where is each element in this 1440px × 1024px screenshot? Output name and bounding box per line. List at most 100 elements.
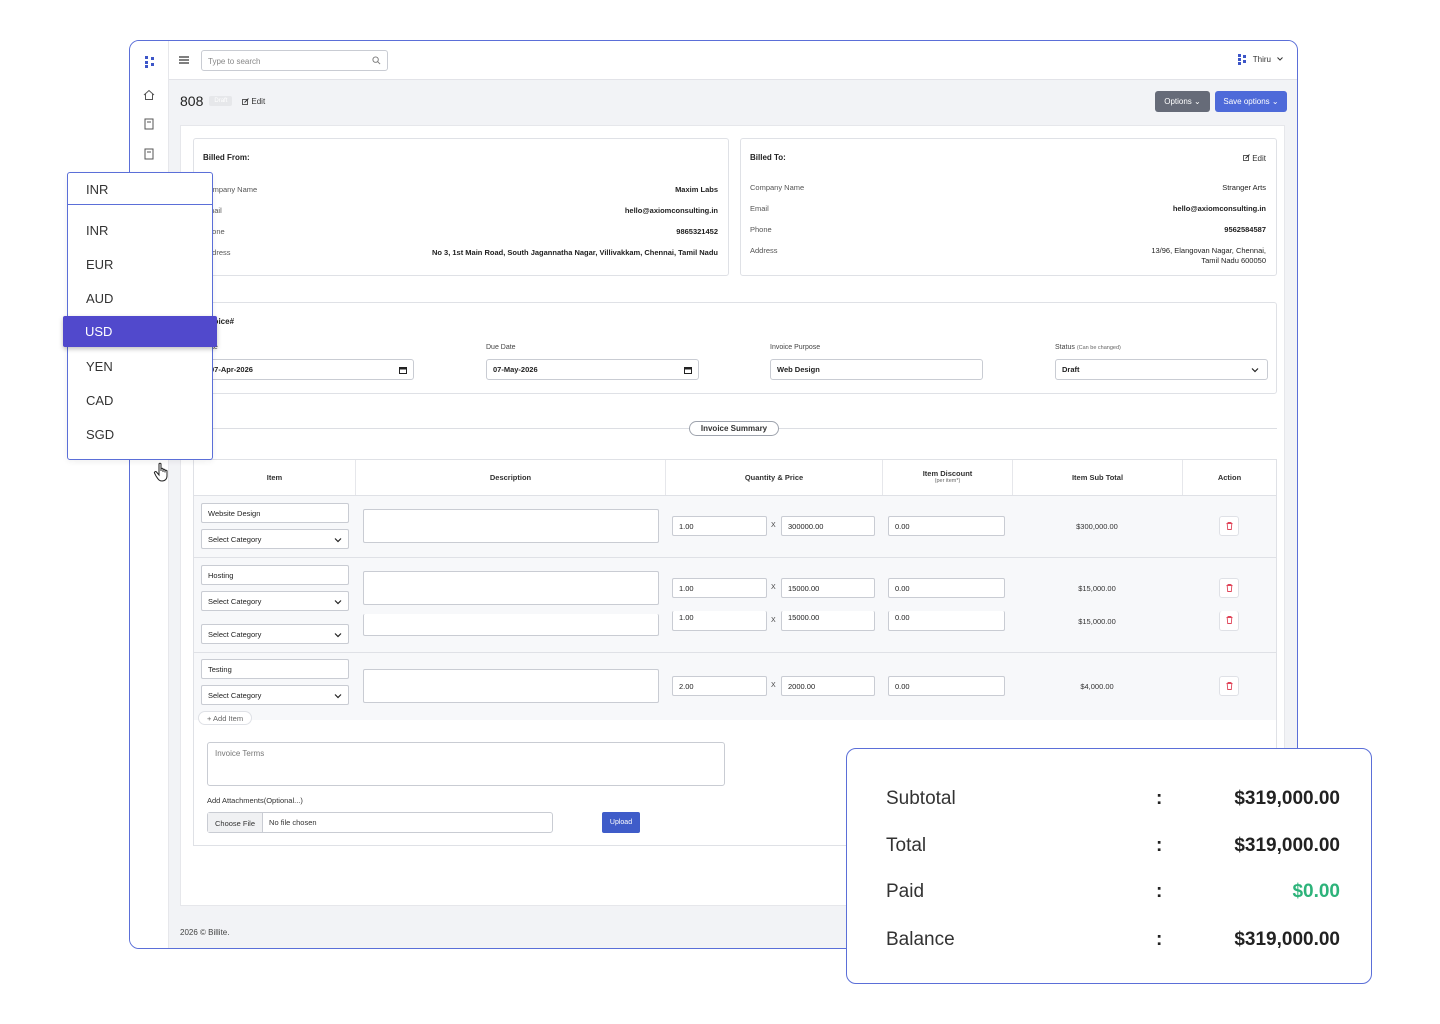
invoice-number: 808: [180, 93, 204, 109]
attachments-label: Add Attachments(Optional...): [207, 796, 303, 805]
item-subtotal: $4,000.00: [1080, 682, 1114, 691]
discount-input[interactable]: 0.00: [888, 516, 1005, 536]
home-icon[interactable]: [143, 89, 155, 101]
status-badge: Draft: [209, 96, 233, 106]
page-header: 808 Draft Edit: [180, 93, 265, 109]
header-action: Action: [1217, 473, 1242, 482]
description-textarea[interactable]: [363, 509, 659, 543]
header-item: Item: [194, 460, 356, 495]
document-icon[interactable]: [143, 148, 155, 160]
item-name-input[interactable]: Hosting: [201, 565, 349, 585]
delete-row-button[interactable]: [1219, 676, 1239, 696]
search-box: [201, 50, 388, 71]
header-item-discount: Item Discount (per item*): [883, 460, 1013, 495]
currency-option-yen[interactable]: YEN: [68, 351, 212, 382]
subtotal-row: Subtotal : $319,000.00: [886, 788, 1340, 809]
due-date-field[interactable]: 07-May-2026: [486, 359, 699, 380]
paid-label: Paid: [886, 881, 925, 902]
multiply-sign: X: [771, 682, 776, 689]
due-date-label: Due Date: [486, 344, 516, 351]
billed-from-row: Company Name Maxim Labs: [203, 185, 718, 194]
item-subtotal: $300,000.00: [1076, 522, 1118, 531]
menu-icon[interactable]: [179, 55, 189, 65]
calendar-icon[interactable]: [684, 366, 692, 374]
file-status: No file chosen: [269, 818, 317, 827]
discount-input[interactable]: 0.00: [888, 676, 1005, 696]
quantity-input[interactable]: 1.00: [672, 578, 767, 598]
paid-value: $0.00: [1292, 881, 1340, 902]
invoice-terms-textarea[interactable]: Invoice Terms: [207, 742, 725, 786]
calendar-icon[interactable]: [399, 366, 407, 374]
add-item-button[interactable]: + Add Item: [198, 711, 253, 725]
subtotal-label: Subtotal: [886, 788, 956, 809]
discount-input[interactable]: 0.00: [888, 611, 1005, 631]
chevron-down-icon: [1251, 368, 1259, 373]
category-select[interactable]: Select Category: [201, 591, 349, 611]
options-button[interactable]: Options ⌄: [1155, 91, 1210, 112]
currency-option-inr[interactable]: INR: [68, 215, 212, 246]
balance-row: Balance : $319,000.00: [886, 929, 1340, 950]
price-input[interactable]: 300000.00: [781, 516, 875, 536]
currency-option-eur[interactable]: EUR: [68, 249, 212, 280]
total-row: Total : $319,000.00: [886, 835, 1340, 856]
save-options-button[interactable]: Save options ⌄: [1215, 91, 1287, 112]
chevron-down-icon: [334, 633, 342, 638]
price-input[interactable]: 15000.00: [781, 611, 875, 631]
header-description: Description: [356, 460, 666, 495]
edit-billed-to-link[interactable]: Edit: [1243, 154, 1266, 163]
app-logo-icon[interactable]: [143, 55, 157, 69]
currency-dropdown[interactable]: INR INR EUR AUD USD YEN CAD SGD: [63, 172, 217, 460]
currency-option-sgd[interactable]: SGD: [68, 419, 212, 450]
delete-row-button[interactable]: [1219, 516, 1239, 536]
invoice-meta-box: Invoice# Date 07-Apr-2026 Due Date 07-Ma…: [193, 302, 1277, 394]
category-select[interactable]: Select Category: [201, 529, 349, 549]
user-logo-icon: [1237, 54, 1246, 65]
billed-from-row: Phone 9865321452: [203, 227, 718, 236]
item-name-input[interactable]: Website Design: [201, 503, 349, 523]
invoice-icon[interactable]: [143, 118, 155, 130]
discount-input[interactable]: 0.00: [888, 578, 1005, 598]
price-input[interactable]: 15000.00: [781, 578, 875, 598]
hand-cursor-icon: [153, 462, 168, 482]
user-menu[interactable]: Thiru: [1237, 53, 1283, 65]
billed-from-box: Billed From: Company NameMaxim Labs Emai…: [193, 138, 729, 276]
currency-option-usd[interactable]: USD: [63, 316, 217, 347]
description-textarea[interactable]: [363, 571, 659, 605]
file-input[interactable]: Choose File No file chosen: [207, 812, 553, 833]
currency-option-aud[interactable]: AUD: [68, 283, 212, 314]
quantity-input[interactable]: 2.00: [672, 676, 767, 696]
price-input[interactable]: 2000.00: [781, 676, 875, 696]
top-bar: Thiru: [169, 41, 1297, 80]
delete-row-button[interactable]: [1219, 578, 1239, 598]
description-textarea[interactable]: [363, 614, 659, 636]
upload-button[interactable]: Upload: [602, 812, 640, 833]
choose-file-button[interactable]: Choose File: [208, 813, 264, 832]
currency-option-cad[interactable]: CAD: [68, 385, 212, 416]
description-textarea[interactable]: [363, 669, 659, 703]
table-row: [194, 557, 1276, 652]
balance-label: Balance: [886, 929, 955, 950]
billed-to-row: Phone 9562584587: [750, 225, 1266, 234]
billed-to-box: Billed To: Edit Company Name Stranger Art…: [740, 138, 1277, 276]
delete-row-button[interactable]: [1219, 611, 1239, 631]
item-name-input[interactable]: Testing: [201, 659, 349, 679]
search-input[interactable]: [202, 52, 367, 71]
edit-label: Edit: [251, 96, 266, 106]
search-icon[interactable]: [372, 56, 381, 65]
total-value: $319,000.00: [1234, 835, 1340, 856]
quantity-input[interactable]: 1.00: [672, 611, 767, 631]
header-item-subtotal: Item Sub Total: [1013, 460, 1183, 495]
invoice-date-field[interactable]: 07-Apr-2026: [203, 359, 414, 380]
quantity-input[interactable]: 1.00: [672, 516, 767, 536]
edit-invoice-link[interactable]: Edit: [242, 97, 265, 106]
totals-card: Subtotal : $319,000.00 Total : $319,000.…: [846, 748, 1372, 984]
user-name: Thiru: [1252, 54, 1271, 64]
status-select[interactable]: Draft: [1055, 359, 1268, 380]
currency-selected-value[interactable]: INR: [68, 173, 212, 205]
category-select[interactable]: Select Category: [201, 685, 349, 705]
header-quantity-price: Quantity & Price: [666, 460, 883, 495]
invoice-purpose-field[interactable]: Web Design: [770, 359, 983, 380]
balance-value: $319,000.00: [1234, 929, 1340, 950]
item-subtotal: $15,000.00: [1078, 584, 1116, 593]
category-select[interactable]: Select Category: [201, 624, 349, 644]
